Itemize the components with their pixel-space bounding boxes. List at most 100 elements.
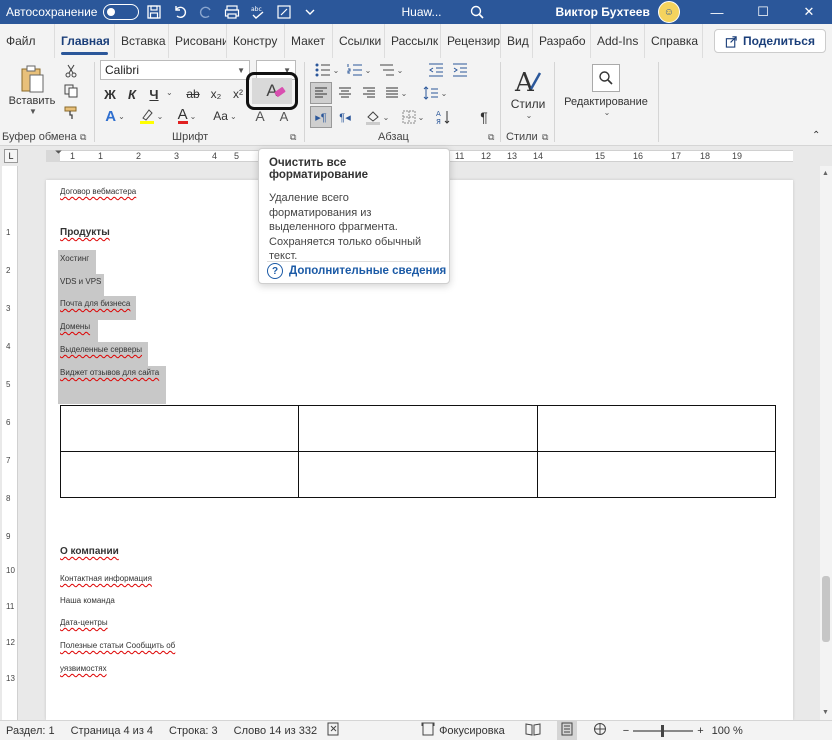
save-icon[interactable] — [143, 1, 165, 23]
tab-stop-selector[interactable]: L — [4, 149, 18, 163]
font-launcher-icon[interactable]: ⧉ — [290, 132, 296, 143]
borders-button[interactable]: ⌄ — [398, 106, 428, 128]
align-right-button[interactable] — [358, 82, 380, 104]
subscript-button[interactable]: x₂ — [206, 84, 226, 104]
increase-indent-button[interactable] — [450, 60, 470, 80]
shading-button[interactable]: ⌄ — [362, 106, 392, 128]
zoom-in-icon[interactable]: + — [697, 725, 703, 737]
editing-button[interactable]: Редактирование ⌄ — [560, 60, 652, 120]
indent-marker-icon[interactable]: ⏷ — [55, 147, 62, 158]
tab-view[interactable]: Вид — [501, 24, 533, 58]
search-icon[interactable] — [466, 1, 488, 23]
status-section[interactable]: Раздел: 1 — [6, 725, 55, 737]
cut-button[interactable] — [62, 62, 80, 80]
align-left-button[interactable] — [310, 82, 332, 104]
tab-layout[interactable]: Макет — [285, 24, 333, 58]
chevron-down-icon[interactable] — [299, 1, 321, 23]
print-layout-icon[interactable] — [556, 721, 577, 740]
tab-home[interactable]: Главная — [55, 24, 115, 58]
show-marks-button[interactable]: ¶ — [474, 106, 494, 128]
print-icon[interactable] — [221, 1, 243, 23]
underline-button[interactable]: Ч — [144, 84, 164, 104]
zoom-out-icon[interactable]: − — [623, 725, 629, 737]
format-icon[interactable] — [273, 1, 295, 23]
line-spacing-button[interactable]: ⌄ — [420, 82, 450, 104]
table-cell[interactable] — [59, 451, 300, 498]
table-cell[interactable] — [536, 405, 777, 452]
tab-references[interactable]: Ссылки — [333, 24, 385, 58]
table-cell[interactable] — [298, 451, 538, 498]
zoom-slider-thumb[interactable] — [661, 724, 665, 737]
tab-file[interactable]: Файл — [0, 24, 55, 58]
tab-draw[interactable]: Рисовани — [169, 24, 227, 58]
user-name[interactable]: Виктор Бухтеев — [556, 5, 650, 19]
clipboard-launcher-icon[interactable]: ⧉ — [80, 132, 86, 143]
justify-button[interactable]: ⌄ — [382, 82, 410, 104]
table-cell[interactable] — [536, 451, 777, 498]
scrollbar-thumb[interactable] — [822, 576, 830, 642]
scroll-up-icon[interactable]: ▲ — [822, 170, 829, 177]
ruler-number: 1 — [6, 228, 11, 237]
sort-button[interactable]: AЯ — [434, 106, 454, 128]
tab-addins[interactable]: Add-Ins — [591, 24, 645, 58]
status-page[interactable]: Страница 4 из 4 — [71, 725, 153, 737]
styles-launcher-icon[interactable]: ⧉ — [542, 132, 548, 143]
highlight-button[interactable]: ⌄ — [136, 106, 166, 126]
redo-icon[interactable] — [195, 1, 217, 23]
format-painter-button[interactable] — [62, 104, 80, 122]
decrease-indent-button[interactable] — [426, 60, 446, 80]
copy-button[interactable] — [62, 82, 80, 100]
chevron-down-icon[interactable]: ⌄ — [166, 88, 173, 97]
proofing-icon[interactable] — [327, 722, 341, 739]
superscript-button[interactable]: x² — [228, 84, 248, 104]
table-cell[interactable] — [59, 405, 300, 452]
align-center-button[interactable] — [334, 82, 356, 104]
tab-developer[interactable]: Разрабо — [533, 24, 591, 58]
tab-help[interactable]: Справка — [645, 24, 703, 58]
ruler-number: 2 — [136, 151, 142, 161]
focus-icon[interactable] — [421, 722, 435, 739]
zoom-slider[interactable] — [633, 724, 694, 737]
document-table[interactable] — [59, 405, 777, 498]
zoom-level[interactable]: 100 % — [712, 725, 743, 737]
rtl-button[interactable]: ¶◂ — [334, 106, 356, 128]
read-mode-icon[interactable] — [525, 722, 541, 739]
justify-icon — [385, 87, 398, 98]
minimize-button[interactable]: — — [694, 0, 740, 24]
styles-button[interactable]: A Стили ⌄ — [506, 62, 550, 124]
styles-group-label: Стили — [506, 131, 538, 143]
bullets-button[interactable]: ⌄ — [312, 60, 342, 80]
tab-review[interactable]: Рецензир — [441, 24, 501, 58]
ltr-button[interactable]: ▸¶ — [310, 106, 332, 128]
font-name-combo[interactable]: Calibri ▼ — [100, 60, 250, 80]
bold-button[interactable]: Ж — [100, 84, 120, 104]
status-line[interactable]: Строка: 3 — [169, 725, 218, 737]
tab-mailings[interactable]: Рассылк — [385, 24, 441, 58]
avatar[interactable]: ☺ — [657, 1, 680, 23]
tab-design[interactable]: Констру — [227, 24, 285, 58]
font-color-button[interactable]: A ⌄ — [172, 106, 202, 126]
share-button[interactable]: Поделиться — [713, 29, 826, 53]
change-case-button[interactable]: Aa ⌄ — [208, 106, 242, 126]
autosave-toggle[interactable] — [103, 4, 140, 20]
focus-label[interactable]: Фокусировка — [439, 725, 505, 737]
strikethrough-button[interactable]: ab — [182, 84, 204, 104]
vertical-scrollbar[interactable]: ▲ ▼ — [820, 166, 832, 720]
status-words[interactable]: Слово 14 из 332 — [234, 725, 317, 737]
paste-button[interactable]: Вставить ▼ — [6, 62, 58, 118]
collapse-ribbon-icon[interactable]: ⌃ — [812, 130, 820, 141]
undo-icon[interactable] — [169, 1, 191, 23]
numbering-button[interactable]: ⌄ — [344, 60, 374, 80]
web-layout-icon[interactable] — [593, 722, 607, 739]
close-button[interactable]: ✕ — [786, 0, 832, 24]
italic-button[interactable]: К — [122, 84, 142, 104]
tab-insert[interactable]: Вставка — [115, 24, 169, 58]
scroll-down-icon[interactable]: ▼ — [822, 709, 829, 716]
table-cell[interactable] — [298, 405, 538, 452]
paragraph-launcher-icon[interactable]: ⧉ — [488, 132, 494, 143]
maximize-button[interactable]: ☐ — [740, 0, 786, 24]
multilevel-list-button[interactable]: ⌄ — [376, 60, 406, 80]
text-effects-button[interactable]: A ⌄ — [100, 106, 130, 126]
spelling-icon[interactable]: abc — [247, 1, 269, 23]
more-info-link[interactable]: ? Дополнительные сведения — [267, 263, 446, 279]
